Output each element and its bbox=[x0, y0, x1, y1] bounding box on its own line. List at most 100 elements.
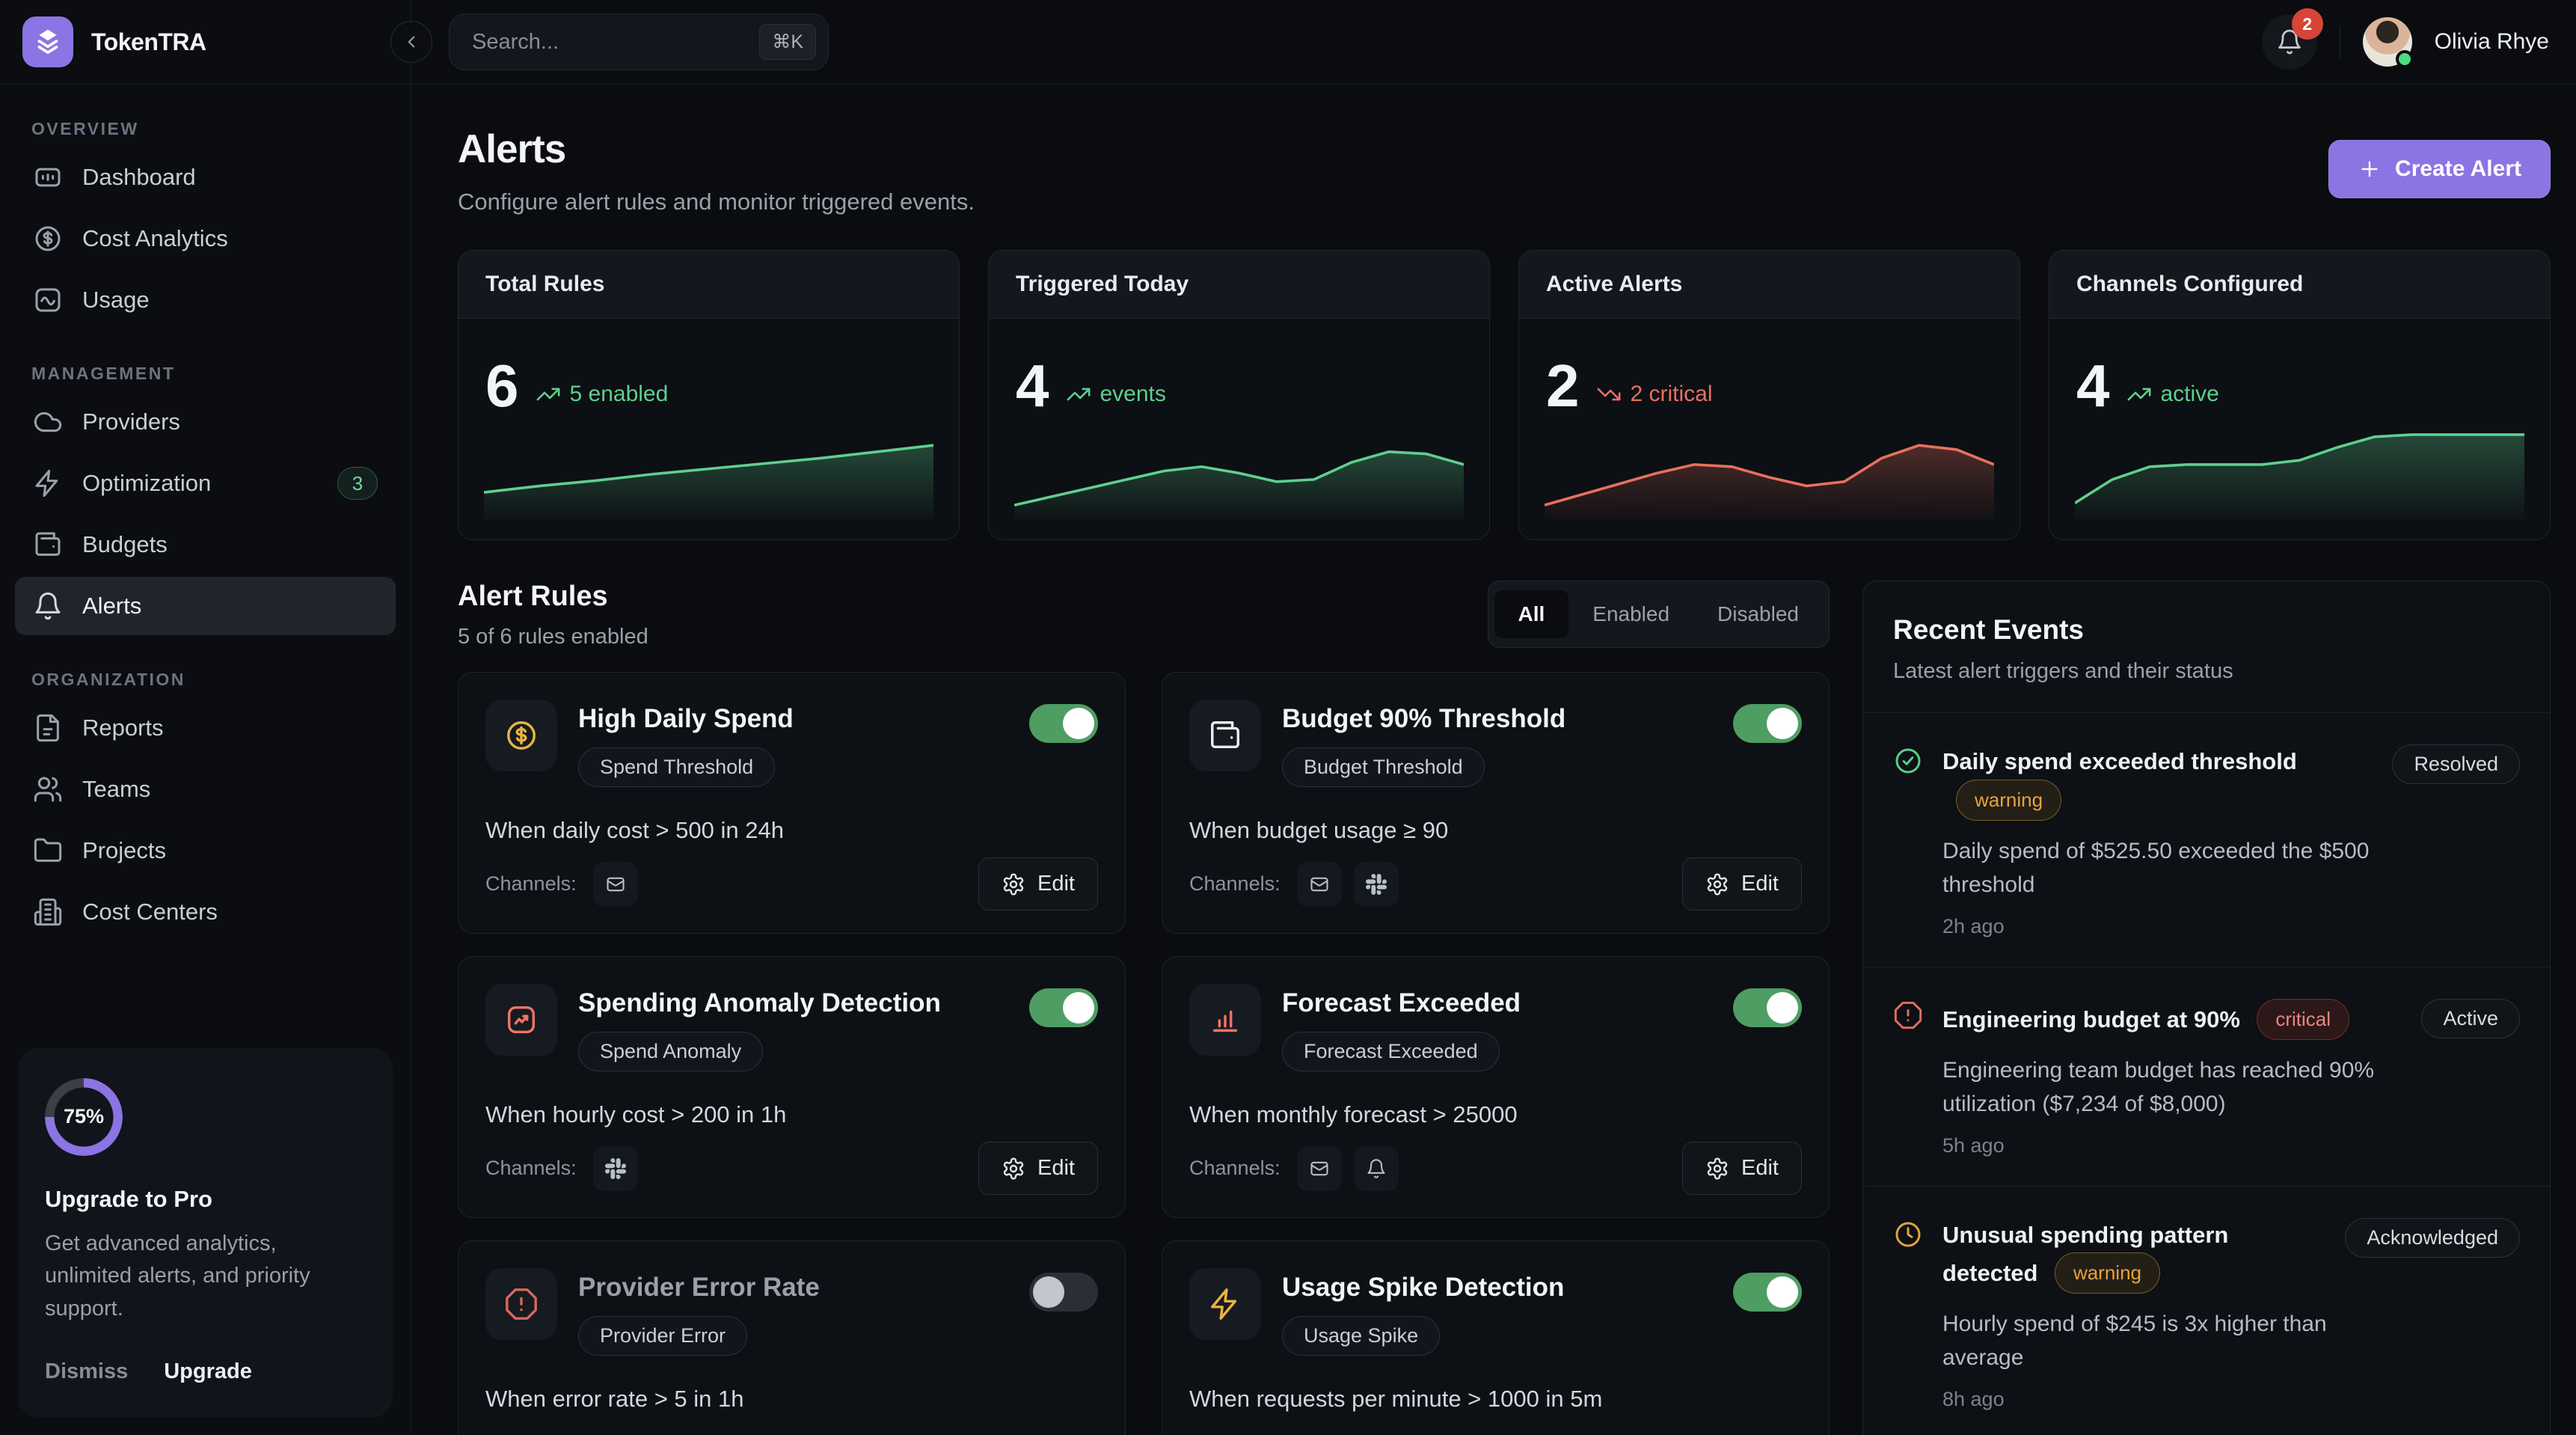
stat-title: Total Rules bbox=[459, 251, 959, 319]
event-status-badge: Active bbox=[2421, 999, 2520, 1038]
sidebar-item-label: Alerts bbox=[82, 593, 141, 619]
rule-type-badge: Budget Threshold bbox=[1282, 747, 1485, 787]
folder-icon bbox=[33, 836, 63, 866]
rule-name: Spending Anomaly Detection bbox=[578, 988, 941, 1018]
upgrade-title: Upgrade to Pro bbox=[45, 1186, 366, 1213]
channels-label: Channels: bbox=[1189, 1157, 1281, 1180]
rule-name: Budget 90% Threshold bbox=[1282, 704, 1565, 734]
sidebar-item-teams[interactable]: Teams bbox=[15, 760, 396, 819]
event-item[interactable]: Unusual spending pattern detected warnin… bbox=[1863, 1186, 2550, 1435]
stats-row: Total Rules 6 5 enabled Triggered Today bbox=[458, 250, 2551, 540]
rule-condition: When error rate > 5 in 1h bbox=[485, 1386, 1098, 1413]
sidebar-item-label: Usage bbox=[82, 287, 150, 313]
cloud-icon bbox=[33, 407, 63, 437]
chevron-left-icon bbox=[402, 32, 421, 52]
event-time: 5h ago bbox=[1942, 1134, 2520, 1157]
sidebar-item-cost-centers[interactable]: Cost Centers bbox=[15, 883, 396, 941]
rules-filter-tabs: All Enabled Disabled bbox=[1488, 581, 1830, 648]
dismiss-button[interactable]: Dismiss bbox=[45, 1359, 128, 1384]
tab-enabled[interactable]: Enabled bbox=[1568, 590, 1693, 638]
rule-type-badge: Spend Anomaly bbox=[578, 1032, 763, 1071]
notification-count-badge: 2 bbox=[2292, 8, 2323, 40]
stat-card-triggered-today: Triggered Today 4 events bbox=[988, 250, 1490, 540]
channel-mail[interactable] bbox=[593, 862, 638, 907]
edit-rule-button[interactable]: Edit bbox=[978, 1142, 1098, 1195]
stat-title: Active Alerts bbox=[1519, 251, 2020, 319]
channel-slack[interactable] bbox=[593, 1146, 638, 1191]
progress-percent: 75% bbox=[45, 1078, 123, 1156]
event-title: Engineering budget at 90% bbox=[1942, 1006, 2240, 1032]
rule-toggle[interactable] bbox=[1733, 704, 1802, 743]
event-description: Daily spend of $525.50 exceeded the $500… bbox=[1942, 834, 2393, 902]
user-name: Olivia Rhye bbox=[2435, 29, 2549, 55]
rule-toggle[interactable] bbox=[1029, 1273, 1098, 1312]
gear-icon bbox=[1002, 872, 1025, 896]
edit-rule-button[interactable]: Edit bbox=[1682, 1142, 1802, 1195]
tab-disabled[interactable]: Disabled bbox=[1693, 590, 1823, 638]
slack-icon bbox=[605, 1158, 626, 1179]
rule-icon-tile bbox=[485, 1268, 557, 1340]
bell-icon bbox=[1366, 1158, 1387, 1179]
channel-slack[interactable] bbox=[1354, 862, 1399, 907]
sidebar-item-label: Teams bbox=[82, 776, 150, 803]
sidebar-item-dashboard[interactable]: Dashboard bbox=[15, 148, 396, 206]
file-text-icon bbox=[33, 713, 63, 743]
channel-mail[interactable] bbox=[1297, 862, 1342, 907]
channel-mail[interactable] bbox=[1297, 1146, 1342, 1191]
edit-label: Edit bbox=[1741, 1156, 1779, 1181]
user-avatar[interactable] bbox=[2363, 17, 2412, 67]
sidebar-item-providers[interactable]: Providers bbox=[15, 393, 396, 451]
upgrade-card: 75% Upgrade to Pro Get advanced analytic… bbox=[18, 1048, 393, 1418]
create-alert-button[interactable]: Create Alert bbox=[2328, 140, 2551, 198]
rule-card-usage-spike: Usage Spike Detection Usage Spike When r… bbox=[1162, 1240, 1830, 1435]
event-item[interactable]: Daily spend exceeded threshold warning R… bbox=[1863, 713, 2550, 967]
sidebar-item-projects[interactable]: Projects bbox=[15, 821, 396, 880]
search-input[interactable] bbox=[472, 30, 759, 55]
create-alert-label: Create Alert bbox=[2395, 156, 2521, 182]
wallet-icon bbox=[33, 530, 63, 560]
stat-title: Triggered Today bbox=[989, 251, 1489, 319]
clock-icon bbox=[1893, 1220, 1923, 1249]
tab-all[interactable]: All bbox=[1494, 590, 1569, 638]
sidebar-item-reports[interactable]: Reports bbox=[15, 699, 396, 757]
rule-type-badge: Forecast Exceeded bbox=[1282, 1032, 1500, 1071]
usage-progress-ring: 75% bbox=[45, 1078, 123, 1156]
sidebar-item-label: Cost Centers bbox=[82, 899, 218, 925]
channel-bell[interactable] bbox=[1354, 1146, 1399, 1191]
stat-title: Channels Configured bbox=[2049, 251, 2550, 319]
users-icon bbox=[33, 774, 63, 804]
activity-square-icon bbox=[33, 285, 63, 315]
rule-toggle[interactable] bbox=[1733, 988, 1802, 1027]
plus-icon bbox=[2358, 157, 2382, 181]
rule-condition: When daily cost > 500 in 24h bbox=[485, 817, 1098, 844]
search-bar[interactable]: ⌘K bbox=[449, 13, 829, 70]
sidebar-item-optimization[interactable]: Optimization 3 bbox=[15, 454, 396, 512]
stat-card-channels-configured: Channels Configured 4 active bbox=[2049, 250, 2551, 540]
sidebar-collapse-button[interactable] bbox=[390, 21, 432, 63]
page-subtitle: Configure alert rules and monitor trigge… bbox=[458, 189, 975, 215]
sidebar-section-management: MANAGEMENT bbox=[31, 364, 411, 384]
notifications-button[interactable]: 2 bbox=[2262, 14, 2317, 70]
rules-section-subtitle: 5 of 6 rules enabled bbox=[458, 625, 648, 649]
sidebar-item-label: Providers bbox=[82, 409, 180, 435]
rule-toggle[interactable] bbox=[1029, 988, 1098, 1027]
optimization-count-badge: 3 bbox=[337, 467, 378, 500]
gear-icon bbox=[1705, 1157, 1729, 1181]
rule-toggle[interactable] bbox=[1733, 1273, 1802, 1312]
sparkline-chart bbox=[484, 394, 933, 520]
edit-rule-button[interactable]: Edit bbox=[978, 857, 1098, 911]
logo-row: TokenTRA bbox=[0, 0, 411, 85]
rule-type-badge: Spend Threshold bbox=[578, 747, 775, 787]
severity-badge: warning bbox=[2055, 1252, 2160, 1294]
gear-icon bbox=[1705, 872, 1729, 896]
sidebar-item-budgets[interactable]: Budgets bbox=[15, 515, 396, 574]
rule-toggle[interactable] bbox=[1029, 704, 1098, 743]
event-item[interactable]: Engineering budget at 90% critical Activ… bbox=[1863, 967, 2550, 1186]
sidebar-item-alerts[interactable]: Alerts bbox=[15, 577, 396, 635]
rule-condition: When requests per minute > 1000 in 5m bbox=[1189, 1386, 1802, 1413]
sidebar-item-cost-analytics[interactable]: Cost Analytics bbox=[15, 209, 396, 268]
check-circle-icon bbox=[1893, 746, 1923, 776]
edit-rule-button[interactable]: Edit bbox=[1682, 857, 1802, 911]
upgrade-button[interactable]: Upgrade bbox=[164, 1359, 252, 1384]
sidebar-item-usage[interactable]: Usage bbox=[15, 271, 396, 329]
